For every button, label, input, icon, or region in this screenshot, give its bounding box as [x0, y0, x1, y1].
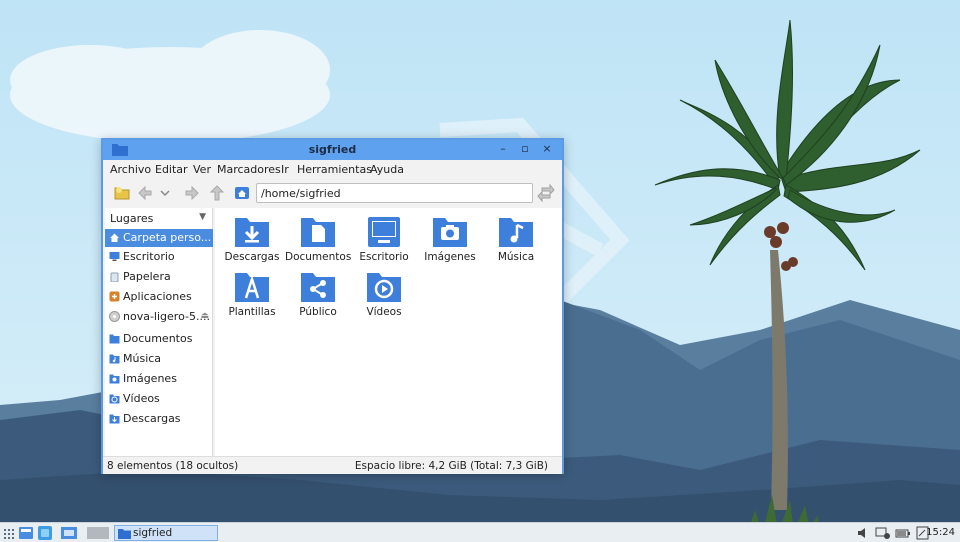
- sidebar-header[interactable]: Lugares: [110, 212, 153, 225]
- clock[interactable]: 15:24: [926, 527, 955, 538]
- maximize-button[interactable]: ▫: [518, 142, 532, 156]
- downloads-folder-icon: [109, 414, 120, 424]
- pictures-folder-icon: [433, 218, 467, 247]
- up-icon[interactable]: [208, 184, 226, 202]
- file-item-label: Descargas: [224, 251, 280, 263]
- sidebar-item-label: Documentos: [123, 332, 193, 345]
- sidebar-item-applications[interactable]: Aplicaciones: [105, 288, 213, 306]
- task-window-label: sigfried: [133, 527, 173, 539]
- file-item-escritorio[interactable]: Escritorio: [351, 212, 417, 268]
- sidebar-item-label: Imágenes: [123, 372, 177, 385]
- back-icon[interactable]: [136, 184, 154, 202]
- pictures-folder-icon: [109, 374, 120, 384]
- task-window-button[interactable]: sigfried: [114, 525, 218, 541]
- applications-icon: [109, 291, 120, 302]
- network-icon[interactable]: [874, 525, 892, 541]
- videos-folder-icon: [109, 394, 120, 404]
- chevron-down-icon[interactable]: [159, 184, 171, 202]
- desktop-icon: [109, 252, 120, 261]
- sidebar-item-volume[interactable]: nova-ligero-5.... ⏏: [105, 308, 213, 326]
- templates-folder-icon: [235, 273, 269, 302]
- sidebar-item-label: Escritorio: [123, 250, 175, 263]
- folder-icon: [118, 529, 131, 539]
- eject-icon[interactable]: ⏏: [200, 311, 209, 321]
- sidebar-item-documents[interactable]: Documentos: [105, 330, 213, 348]
- status-free-space: Espacio libre: 4,2 GiB (Total: 7,3 GiB): [354, 460, 548, 472]
- trash-icon: [110, 272, 119, 282]
- forward-icon[interactable]: [183, 184, 201, 202]
- videos-folder-icon: [367, 273, 401, 302]
- minimize-button[interactable]: –: [496, 142, 510, 156]
- file-item-videos[interactable]: Vídeos: [351, 267, 417, 323]
- menu-herramientas[interactable]: Herramientas: [297, 163, 372, 176]
- file-item-label: Plantillas: [228, 306, 276, 318]
- battery-icon[interactable]: [895, 525, 911, 541]
- apps-grid-icon[interactable]: [3, 525, 14, 541]
- taskbar: sigfried 15:24: [0, 522, 960, 542]
- sidebar-item-videos[interactable]: Vídeos: [105, 390, 213, 408]
- sidebar-item-downloads[interactable]: Descargas: [105, 410, 213, 428]
- file-item-documentos[interactable]: Documentos: [285, 212, 351, 268]
- download-folder-icon: [235, 218, 269, 247]
- home-icon[interactable]: [234, 184, 250, 202]
- file-item-label: Documentos: [285, 251, 352, 263]
- workspace-1-icon[interactable]: [60, 525, 78, 541]
- file-item-label: Escritorio: [359, 251, 409, 263]
- home-icon: [110, 233, 119, 242]
- menu-ir[interactable]: Ir: [281, 163, 289, 176]
- sidebar-item-label: nova-ligero-5....: [123, 310, 210, 323]
- file-manager-window[interactable]: sigfried – ▫ × Archivo Editar Ver Marcad…: [101, 138, 564, 474]
- disc-icon: [109, 311, 120, 322]
- file-item-label: Imágenes: [424, 251, 476, 263]
- file-item-plantillas[interactable]: Plantillas: [219, 267, 285, 323]
- music-folder-icon: [499, 218, 533, 247]
- menu-ayuda[interactable]: Ayuda: [370, 163, 404, 176]
- sidebar-item-home[interactable]: Carpeta perso...: [105, 229, 213, 247]
- menu-editar[interactable]: Editar: [155, 163, 188, 176]
- sidebar-item-label: Vídeos: [123, 392, 160, 405]
- file-item-publico[interactable]: Público: [285, 267, 351, 323]
- sidebar-item-label: Descargas: [123, 412, 181, 425]
- menu-marcadores[interactable]: Marcadores: [217, 163, 281, 176]
- menubar: Archivo Editar Ver Marcadores Ir Herrami…: [103, 160, 562, 180]
- browser-launcher-icon[interactable]: [37, 525, 53, 541]
- sidebar-item-label: Papelera: [123, 270, 171, 283]
- sidebar-item-label: Música: [123, 352, 162, 365]
- file-item-label: Música: [497, 251, 535, 263]
- file-item-label: Público: [299, 306, 337, 318]
- sidebar-item-pictures[interactable]: Imágenes: [105, 370, 213, 388]
- status-item-count: 8 elementos (18 ocultos): [107, 460, 239, 472]
- public-folder-icon: [301, 273, 335, 302]
- documents-folder-icon: [301, 218, 335, 247]
- reload-icon[interactable]: [537, 184, 555, 202]
- menu-ver[interactable]: Ver: [193, 163, 211, 176]
- sidebar: Lugares ▼ Carpeta perso... Escritorio Pa…: [105, 208, 213, 456]
- sidebar-item-label: Aplicaciones: [123, 290, 192, 303]
- window-titlebar[interactable]: sigfried – ▫ ×: [103, 140, 562, 160]
- folder-icon: [109, 334, 120, 344]
- chevron-down-icon[interactable]: ▼: [199, 212, 206, 222]
- menu-archivo[interactable]: Archivo: [110, 163, 151, 176]
- sidebar-item-label: Carpeta perso...: [123, 231, 212, 244]
- file-item-descargas[interactable]: Descargas: [219, 212, 285, 268]
- sidebar-item-trash[interactable]: Papelera: [105, 268, 213, 286]
- sidebar-item-desktop[interactable]: Escritorio: [105, 248, 213, 266]
- workspace-2-icon[interactable]: [86, 525, 110, 541]
- file-item-imagenes[interactable]: Imágenes: [417, 212, 483, 268]
- file-item-label: Vídeos: [366, 306, 402, 318]
- file-view[interactable]: Descargas Documentos Escritorio Imágenes…: [215, 208, 562, 456]
- sidebar-item-music[interactable]: Música: [105, 350, 213, 368]
- statusbar: 8 elementos (18 ocultos) Espacio libre: …: [103, 456, 562, 474]
- close-button[interactable]: ×: [540, 142, 554, 156]
- volume-icon[interactable]: [856, 525, 870, 541]
- file-item-musica[interactable]: Música: [483, 212, 549, 268]
- file-manager-launcher-icon[interactable]: [18, 525, 34, 541]
- window-title: sigfried: [308, 143, 357, 156]
- location-input[interactable]: /home/sigfried: [256, 183, 533, 203]
- new-tab-icon[interactable]: [113, 184, 131, 202]
- music-folder-icon: [109, 354, 120, 364]
- desktop-folder-icon: [368, 217, 400, 247]
